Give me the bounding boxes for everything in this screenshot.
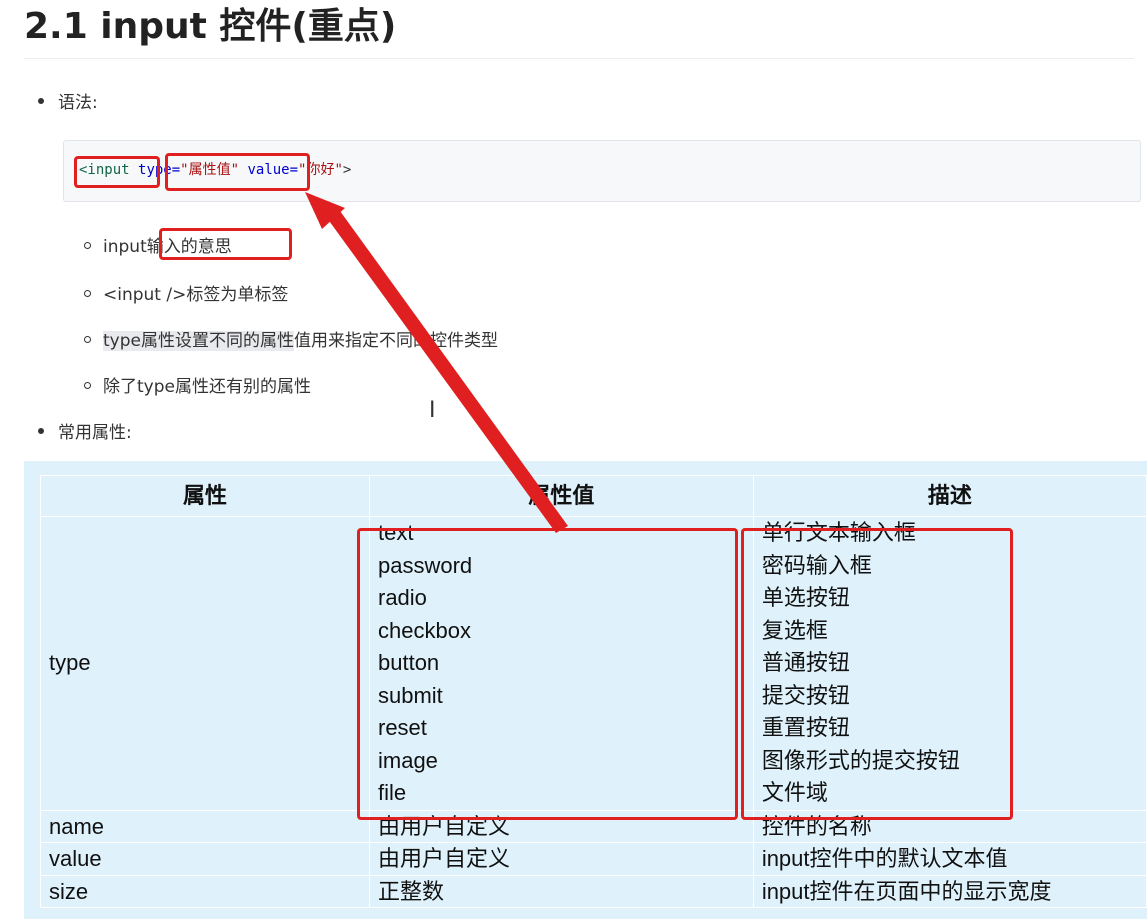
annotation-arrow-icon (305, 192, 568, 533)
